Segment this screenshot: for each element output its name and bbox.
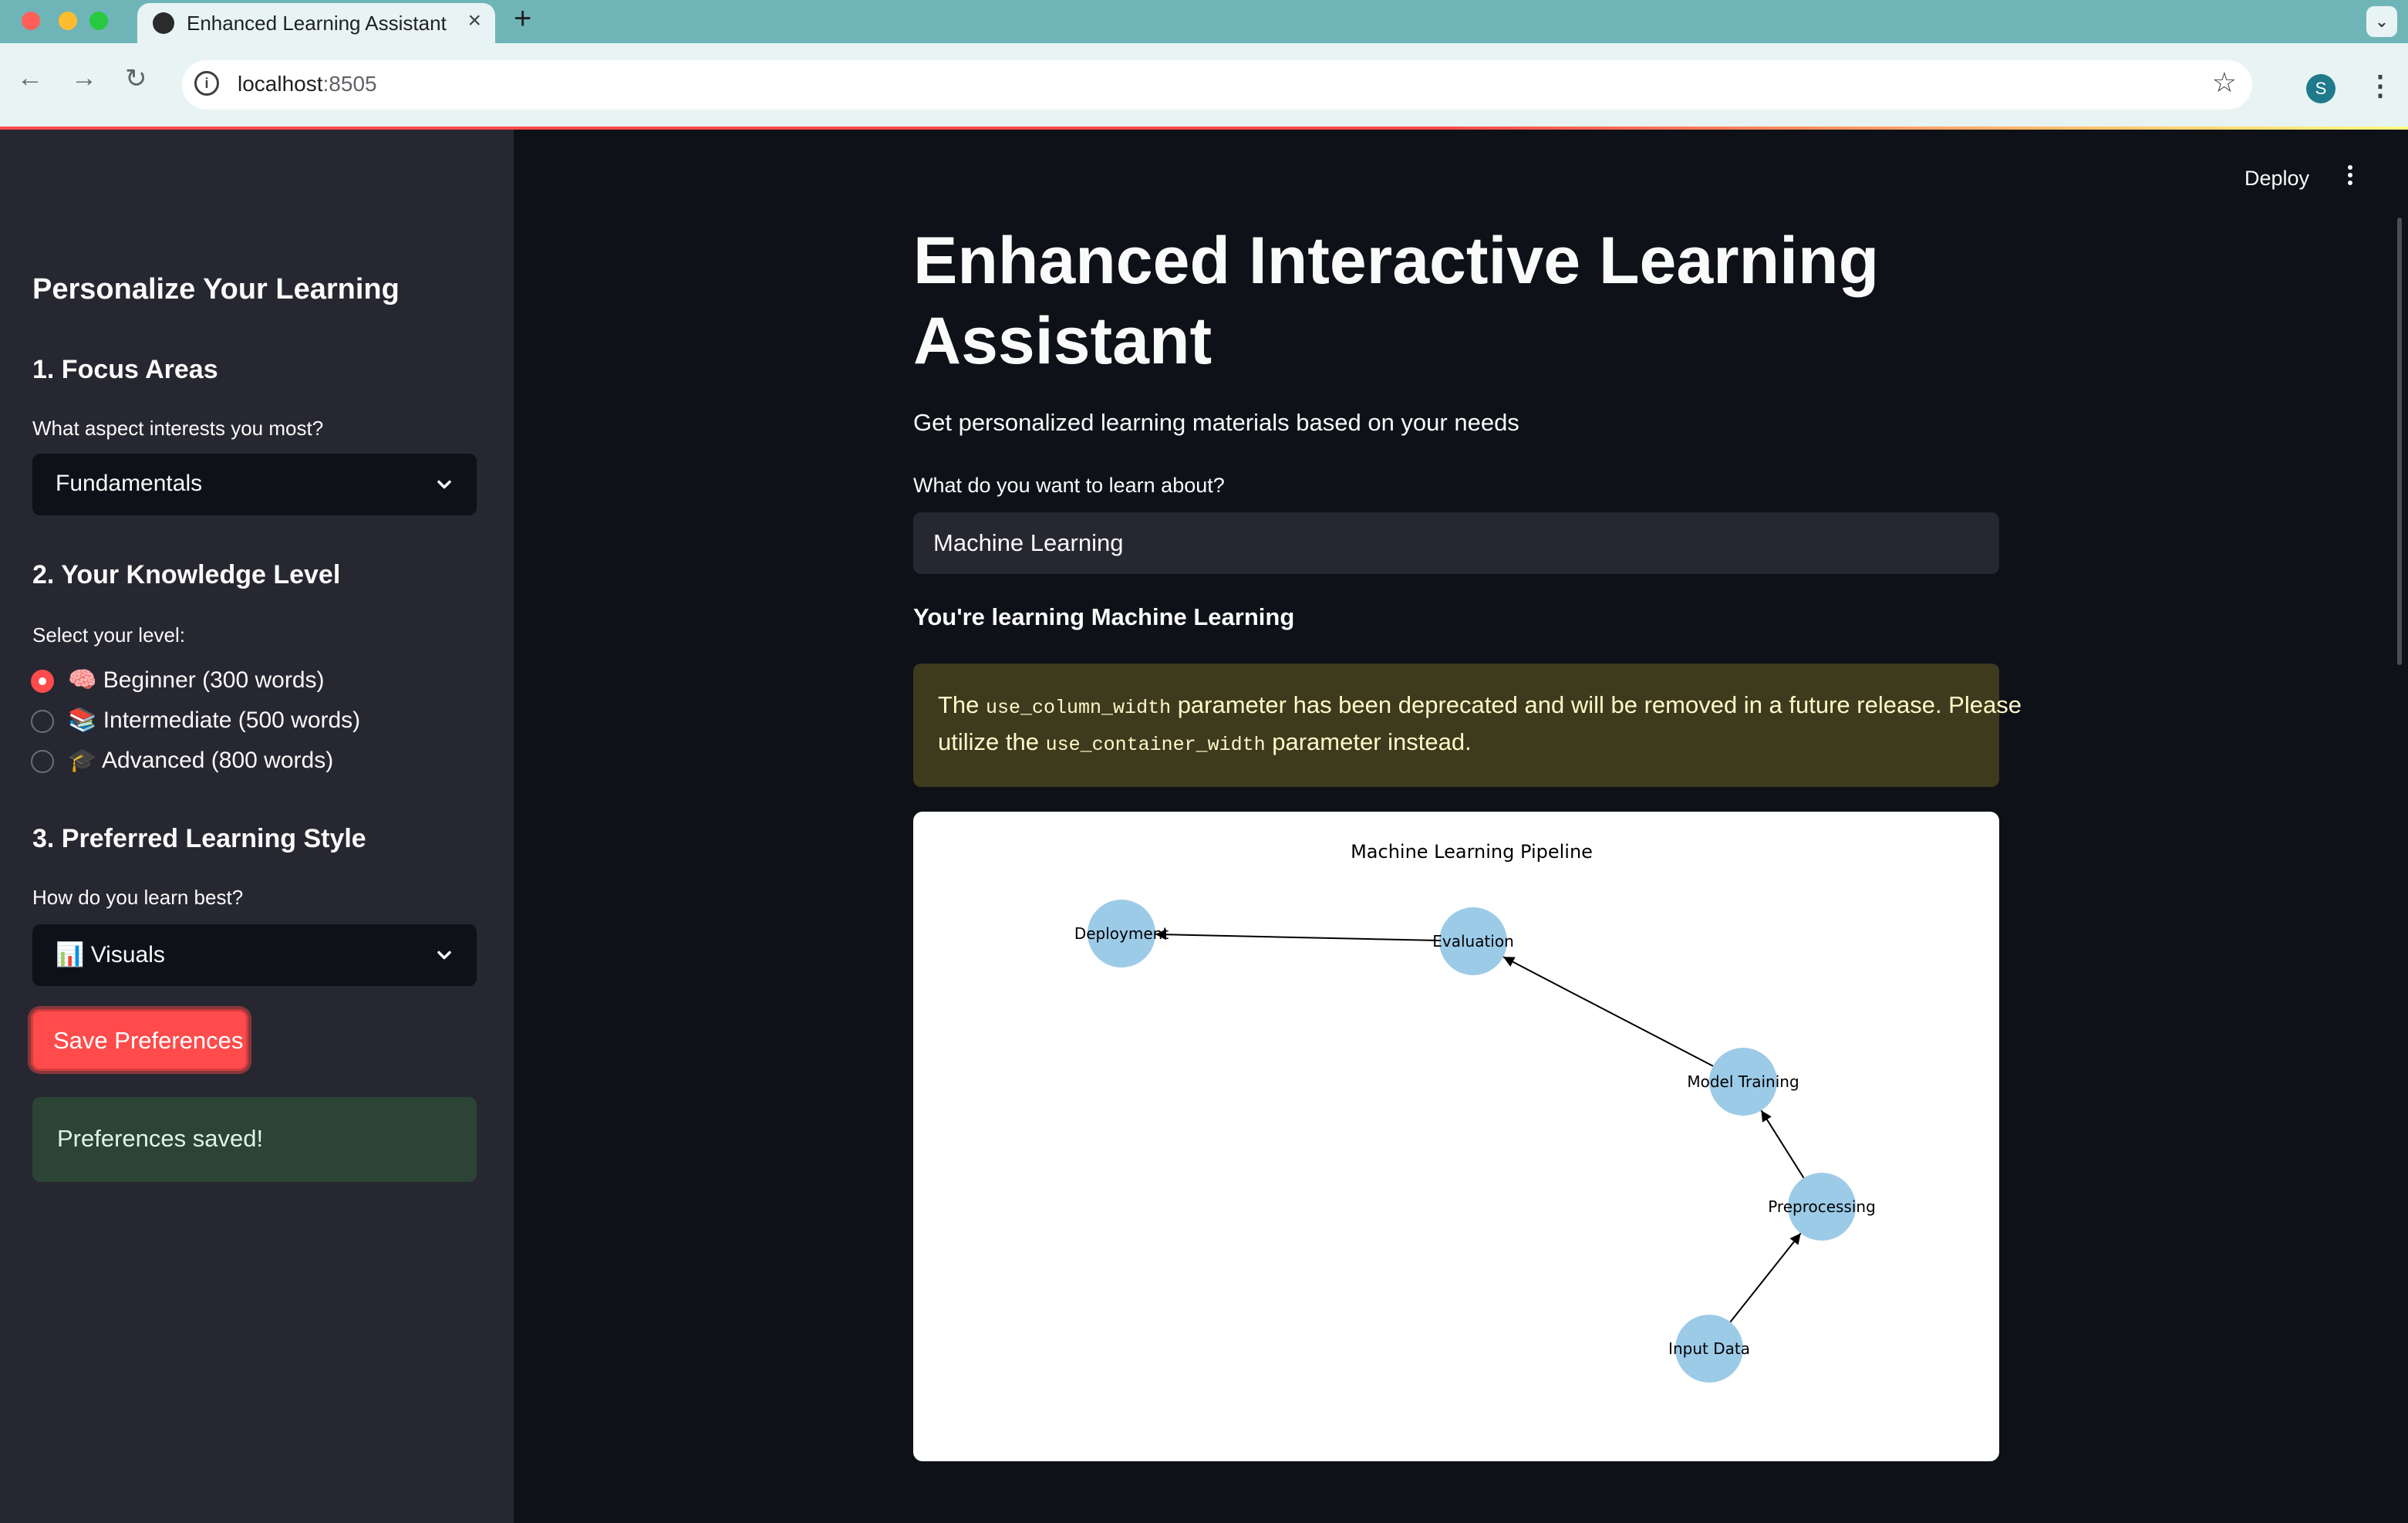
- diagram-edge: [1729, 1232, 1802, 1323]
- radio-label-advanced: 🎓 Advanced (800 words): [68, 748, 334, 773]
- tab-search-chevron-icon[interactable]: ⌄: [2366, 6, 2397, 37]
- address-bar[interactable]: i localhost:8505 ☆: [182, 60, 2252, 110]
- back-arrow-icon[interactable]: ←: [17, 63, 43, 93]
- diagram-node-label: Evaluation: [1432, 932, 1514, 951]
- url-port: :8505: [322, 72, 377, 96]
- success-message: Preferences saved!: [57, 1125, 264, 1152]
- diagram-node-label: Deployment: [1074, 924, 1169, 943]
- topic-input-label: What do you want to learn about?: [913, 474, 1225, 497]
- deprecation-warning: The use_column_width parameter has been …: [913, 664, 2022, 787]
- warning-code: use_column_width: [986, 697, 1172, 719]
- site-info-icon[interactable]: i: [194, 71, 219, 96]
- sidebar-heading: Personalize Your Learning: [32, 273, 400, 306]
- chevron-down-icon: [437, 480, 451, 489]
- url-host: localhost: [238, 72, 323, 96]
- minimize-window-button[interactable]: [59, 12, 77, 30]
- focus-areas-select[interactable]: Fundamentals: [32, 454, 477, 515]
- streamlit-favicon-icon: [153, 12, 174, 34]
- close-window-button[interactable]: [22, 12, 40, 30]
- close-tab-icon[interactable]: ×: [467, 8, 481, 34]
- new-tab-icon[interactable]: +: [514, 2, 531, 36]
- learning-style-select[interactable]: 📊 Visuals: [32, 924, 477, 986]
- warning-text: parameter has been deprecated and will b…: [1171, 691, 2022, 718]
- warning-text: parameter instead.: [1265, 728, 1472, 755]
- focus-areas-title: 1. Focus Areas: [32, 355, 218, 384]
- learning-style-value: 📊 Visuals: [56, 942, 165, 967]
- radio-unselected-icon[interactable]: [31, 750, 54, 773]
- warning-line-2: utilize the use_container_width paramete…: [938, 728, 1472, 756]
- diagram-node-label: Input Data: [1668, 1339, 1750, 1358]
- pipeline-diagram: Machine Learning Pipeline Input Data Prep…: [1074, 841, 1876, 1383]
- diagram-edge: [1155, 929, 1440, 942]
- profile-avatar[interactable]: S: [2306, 74, 2335, 103]
- save-preferences-button[interactable]: Save Preferences: [31, 1009, 248, 1071]
- sidebar: Personalize Your Learning 1. Focus Areas…: [0, 130, 514, 1523]
- url-text: localhost:8505: [238, 72, 377, 96]
- learning-topic-text: You're learning Machine Learning: [913, 603, 1295, 630]
- bookmark-star-icon[interactable]: ☆: [2212, 66, 2237, 99]
- browser-menu-icon[interactable]: ⋮: [2366, 69, 2394, 102]
- knowledge-level-title: 2. Your Knowledge Level: [32, 560, 341, 589]
- browser-tab[interactable]: Enhanced Learning Assistant ×: [137, 3, 495, 43]
- reload-icon[interactable]: ↻: [125, 63, 147, 94]
- page-title: Enhanced Interactive Learning Assistant: [913, 224, 1880, 378]
- warning-text: The: [938, 691, 986, 718]
- diagram-node-label: Model Training: [1687, 1072, 1799, 1091]
- radio-label-beginner: 🧠 Beginner (300 words): [68, 667, 325, 693]
- forward-arrow-icon[interactable]: →: [71, 63, 97, 93]
- focus-areas-label: What aspect interests you most?: [32, 417, 324, 440]
- radio-unselected-icon[interactable]: [31, 710, 54, 733]
- focus-areas-value: Fundamentals: [56, 471, 203, 496]
- pipeline-diagram-card: Machine Learning Pipeline Input Data Prep…: [913, 812, 1999, 1461]
- topic-input[interactable]: Machine Learning: [913, 512, 1999, 574]
- save-preferences-label: Save Preferences: [53, 1027, 244, 1054]
- tab-title: Enhanced Learning Assistant: [187, 12, 447, 35]
- radio-label-intermediate: 📚 Intermediate (500 words): [68, 707, 361, 733]
- app-menu-icon[interactable]: [2345, 162, 2356, 188]
- diagram-edge: [1502, 956, 1714, 1067]
- learning-style-label: How do you learn best?: [32, 886, 244, 909]
- knowledge-level-label: Select your level:: [32, 623, 185, 647]
- topic-input-value: Machine Learning: [933, 529, 1124, 556]
- zoom-window-button[interactable]: [89, 12, 108, 30]
- deploy-button[interactable]: Deploy: [2244, 167, 2309, 191]
- warning-line-1: The use_column_width parameter has been …: [938, 691, 2022, 719]
- learning-style-title: 3. Preferred Learning Style: [32, 824, 366, 853]
- main-scrollbar[interactable]: [2397, 218, 2402, 665]
- diagram-node-label: Preprocessing: [1768, 1197, 1876, 1216]
- diagram-title: Machine Learning Pipeline: [1351, 841, 1593, 863]
- browser-toolbar: ← → ↻ i localhost:8505 ☆ S ⋮: [0, 43, 2408, 127]
- warning-text: utilize the: [938, 728, 1046, 755]
- diagram-edge: [1760, 1109, 1805, 1179]
- page-subtitle: Get personalized learning materials base…: [913, 409, 1519, 436]
- browser-tab-strip: Enhanced Learning Assistant × + ⌄: [0, 0, 2408, 43]
- success-alert: Preferences saved!: [32, 1097, 477, 1182]
- chevron-down-icon: [437, 951, 451, 960]
- radio-selected-icon[interactable]: [31, 670, 54, 693]
- warning-code: use_container_width: [1045, 734, 1266, 756]
